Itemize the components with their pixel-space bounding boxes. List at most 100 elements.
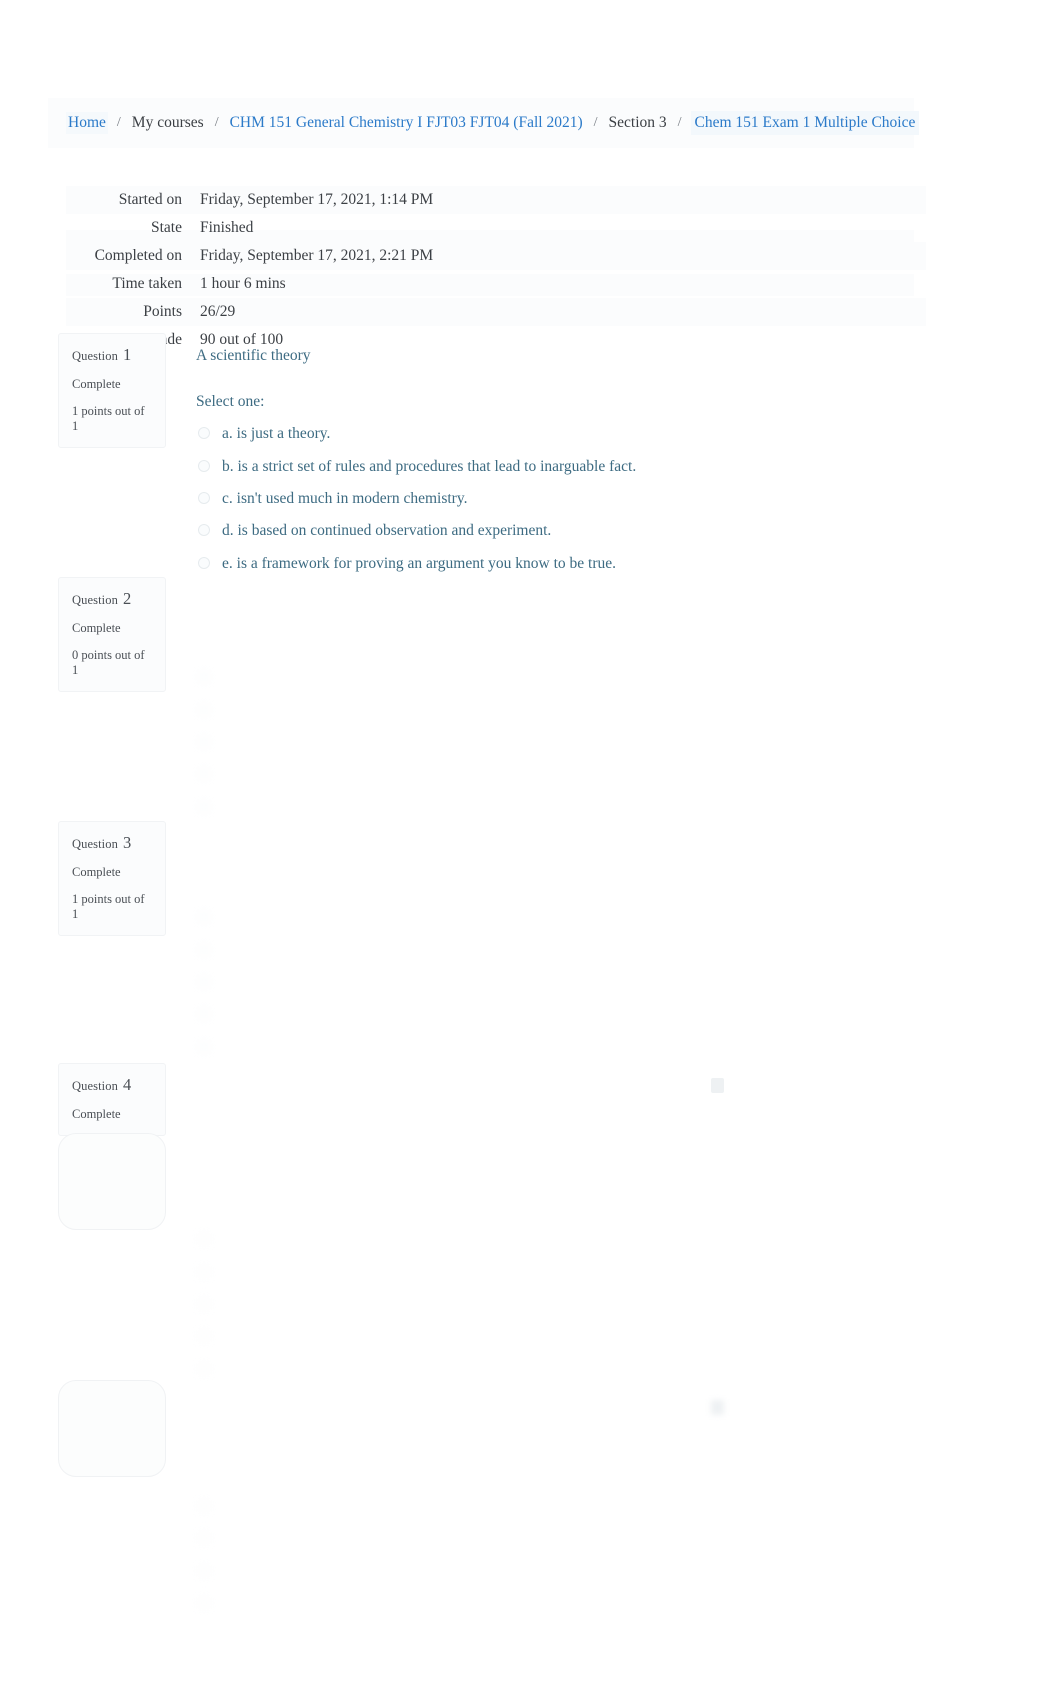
select-one-prompt-3 — [196, 877, 896, 895]
answer-option-d[interactable] — [196, 1594, 896, 1613]
answer-option-d[interactable]: d. is based on continued observation and… — [196, 521, 896, 540]
breadcrumb-item-quiz[interactable]: Chem 151 Exam 1 Multiple Choice — [690, 110, 920, 136]
radio-icon[interactable] — [198, 1265, 210, 1278]
question-content-3 — [196, 828, 896, 1057]
answer-label-d — [222, 1594, 226, 1613]
radio-icon[interactable] — [198, 1040, 210, 1053]
answer-option-e[interactable] — [196, 1360, 896, 1379]
question-number-3: Question 3 — [72, 833, 132, 852]
summary-row-started-on: Started on Friday, September 17, 2021, 1… — [66, 186, 926, 214]
answer-label-b: b. is a strict set of rules and procedur… — [222, 457, 637, 475]
answer-option-b[interactable] — [196, 1529, 896, 1548]
radio-icon[interactable] — [198, 1500, 210, 1512]
question-number-4: Question 4 — [72, 1075, 132, 1094]
answer-option-a[interactable] — [196, 668, 896, 687]
radio-icon[interactable] — [198, 911, 210, 924]
radio-icon[interactable] — [198, 1233, 210, 1246]
question-content-4 — [196, 1078, 716, 1101]
summary-row-state: State Finished — [66, 214, 926, 242]
radio-icon[interactable] — [198, 1330, 210, 1343]
question-state-2: Complete — [72, 621, 121, 635]
radio-icon[interactable] — [198, 768, 210, 781]
answer-option-b[interactable] — [196, 941, 896, 960]
radio-icon[interactable] — [198, 1362, 210, 1375]
radio-icon[interactable] — [198, 736, 210, 748]
summary-value-completed-on: Friday, September 17, 2021, 2:21 PM — [200, 247, 434, 264]
answer-option-d[interactable] — [196, 765, 896, 784]
answer-option-c[interactable] — [196, 733, 896, 752]
answer-label-a: a. is just a theory. — [222, 425, 331, 443]
answer-option-d[interactable] — [196, 1005, 896, 1024]
radio-icon[interactable] — [198, 524, 210, 537]
radio-icon[interactable] — [198, 1564, 210, 1577]
select-one-prompt-1: Select one: — [196, 393, 265, 411]
question-mark-1: 1 points out of 1 — [72, 404, 145, 433]
answer-label-c — [222, 973, 226, 992]
answer-option-b[interactable] — [196, 1263, 896, 1282]
answer-option-b[interactable]: b. is a strict set of rules and procedur… — [196, 457, 896, 476]
summary-value-state: Finished — [200, 219, 254, 236]
summary-row-points: Points 26/29 — [66, 298, 926, 326]
question-text-2 — [196, 588, 896, 611]
radio-icon[interactable] — [198, 459, 210, 472]
breadcrumb-item-my-courses[interactable]: My courses — [130, 112, 206, 134]
answer-list-ghost-5 — [196, 1230, 896, 1379]
question-content-2 — [196, 588, 896, 817]
radio-icon[interactable] — [198, 1298, 210, 1310]
answer-option-c[interactable] — [196, 973, 896, 992]
question-text-1: A scientific theory — [196, 347, 311, 364]
radio-icon[interactable] — [198, 976, 210, 988]
flag-icon[interactable] — [711, 1400, 724, 1415]
radio-icon[interactable] — [198, 703, 210, 716]
answer-label-b — [222, 1529, 226, 1548]
answer-option-a[interactable] — [196, 1230, 896, 1249]
answer-list-1: a. is just a theory. b. is a strict set … — [196, 424, 896, 573]
question-info-2: Question 2 Complete 0 points out of 1 — [58, 577, 166, 692]
radio-icon[interactable] — [198, 943, 210, 956]
breadcrumb-nav: Home / My courses / CHM 151 General Chem… — [66, 110, 920, 136]
radio-icon[interactable] — [198, 556, 210, 569]
question-info-ghost-5 — [58, 1133, 166, 1230]
radio-icon[interactable] — [198, 427, 210, 440]
attempt-summary-table: Started on Friday, September 17, 2021, 1… — [66, 186, 926, 354]
answer-option-b[interactable] — [196, 701, 896, 720]
question-state-1: Complete — [72, 377, 121, 391]
answer-list-2 — [196, 668, 896, 817]
answer-option-c[interactable]: c. isn't used much in modern chemistry. — [196, 489, 896, 508]
radio-icon[interactable] — [198, 1008, 210, 1021]
answer-option-a[interactable] — [196, 1497, 896, 1516]
answer-label-a — [222, 1497, 226, 1516]
answer-option-e[interactable] — [196, 1038, 896, 1057]
answer-option-a[interactable]: a. is just a theory. — [196, 424, 896, 443]
answer-label-e: e. is a framework for proving an argumen… — [222, 554, 617, 572]
radio-icon[interactable] — [198, 671, 210, 684]
summary-label-completed-on: Completed on — [94, 247, 182, 264]
breadcrumb-separator: / — [593, 115, 598, 130]
summary-label-started-on: Started on — [118, 191, 182, 208]
answer-label-a — [222, 1230, 226, 1249]
breadcrumb-item-section[interactable]: Section 3 — [607, 112, 669, 134]
breadcrumb-item-course[interactable]: CHM 151 General Chemistry I FJT03 FJT04 … — [228, 112, 585, 134]
answer-option-a[interactable] — [196, 908, 896, 927]
flag-icon[interactable] — [711, 1078, 724, 1093]
radio-icon[interactable] — [198, 492, 210, 504]
answer-option-e[interactable]: e. is a framework for proving an argumen… — [196, 554, 896, 573]
answer-option-e[interactable] — [196, 798, 896, 817]
summary-value-time-taken: 1 hour 6 mins — [200, 275, 286, 292]
summary-label-time-taken: Time taken — [112, 275, 182, 292]
radio-icon[interactable] — [198, 800, 210, 813]
question-number-1: Question 1 — [72, 345, 132, 364]
answer-label-e — [222, 1038, 226, 1057]
answer-label-b — [222, 941, 226, 960]
radio-icon[interactable] — [198, 1532, 210, 1545]
answer-option-c[interactable] — [196, 1295, 896, 1314]
radio-icon[interactable] — [198, 1597, 210, 1610]
answer-list-ghost-7 — [196, 1497, 896, 1614]
breadcrumb-item-home[interactable]: Home — [66, 112, 108, 134]
question-info-ghost-6 — [58, 1380, 166, 1477]
summary-row-time-taken: Time taken 1 hour 6 mins — [66, 270, 926, 298]
answer-option-d[interactable] — [196, 1327, 896, 1346]
question-state-4: Complete — [72, 1107, 121, 1121]
question-state-3: Complete — [72, 865, 121, 879]
answer-option-c[interactable] — [196, 1562, 896, 1581]
